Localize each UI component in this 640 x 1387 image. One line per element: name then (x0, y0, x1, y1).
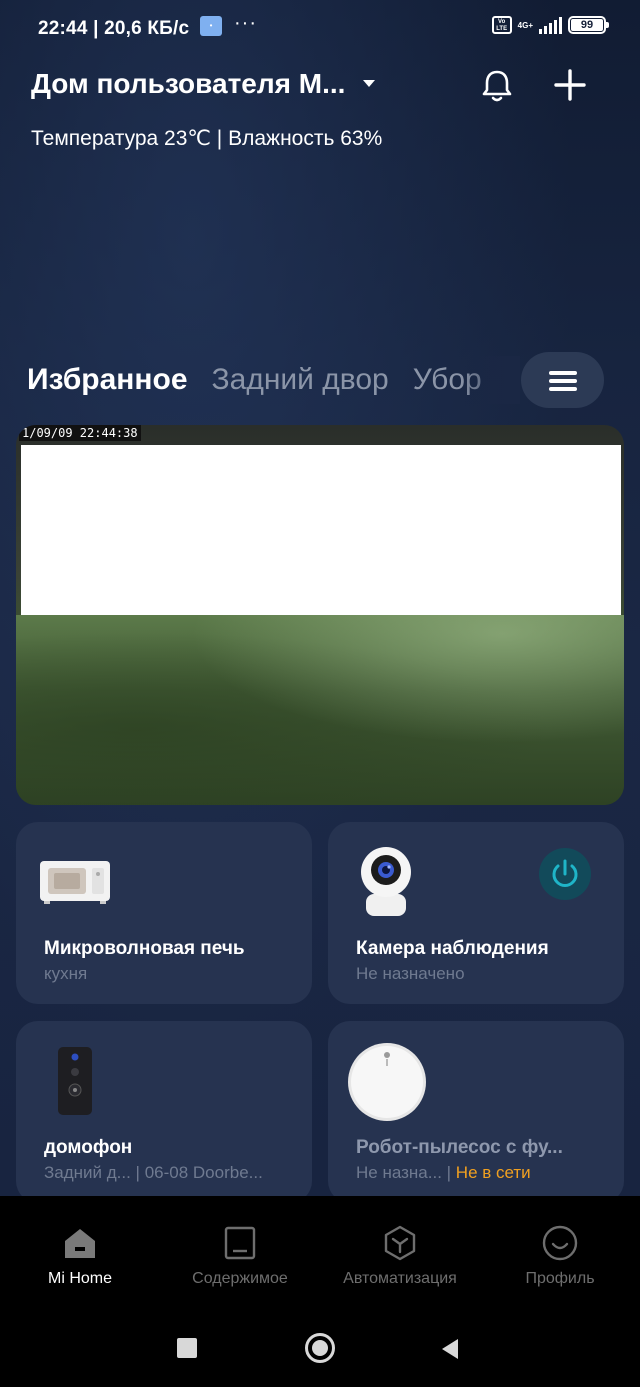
device-name: Камера наблюдения (356, 938, 549, 959)
bell-icon[interactable] (480, 68, 514, 104)
device-card-robot-vacuum[interactable]: Робот-пылесос с фу... Не назна... | Не в… (328, 1021, 624, 1203)
camera-image (16, 615, 624, 805)
tabs-fade (460, 356, 520, 404)
device-card-microwave[interactable]: Микроволновая печь кухня (16, 822, 312, 1004)
network-type: 4G+ (517, 20, 533, 30)
device-name: домофон (44, 1137, 133, 1158)
status-bar: 22:44 | 20,6 КБ/с • ··· Vo LTE 4G+ 99 (0, 0, 640, 56)
security-camera-icon (361, 847, 411, 916)
device-card-camera[interactable]: Камера наблюдения Не назначено (328, 822, 624, 1004)
device-room: Задний д... | 06-08 Doorbe... (44, 1163, 263, 1182)
rooms-menu-button[interactable] (521, 352, 604, 408)
chevron-down-icon[interactable] (363, 80, 375, 87)
camera-timestamp: 1/09/09 22:44:38 (19, 425, 141, 441)
battery-icon: 99 (568, 16, 609, 34)
device-room: кухня (44, 964, 88, 983)
robot-vacuum-icon (348, 1043, 426, 1121)
doorbell-icon (58, 1047, 92, 1115)
automation-icon (384, 1225, 416, 1261)
bottom-navigation: Mi Home Содержимое Автоматизация Профиль (0, 1196, 640, 1387)
nav-content[interactable]: Содержимое (160, 1224, 320, 1288)
power-button[interactable] (539, 848, 591, 900)
power-icon (552, 859, 578, 887)
recent-apps-button[interactable] (177, 1338, 197, 1358)
device-card-doorbell[interactable]: домофон Задний д... | 06-08 Doorbe... (16, 1021, 312, 1203)
status-time: 22:44 | 20,6 КБ/с (38, 18, 190, 39)
offline-status: Не в сети (455, 1163, 531, 1182)
tab-backyard[interactable]: Задний двор (212, 360, 389, 400)
home-selector[interactable]: Дом пользователя М... (31, 68, 345, 100)
home-button[interactable] (305, 1333, 335, 1363)
signal-icon (539, 16, 562, 34)
room-tabs: Избранное Задний двор Убор (27, 360, 517, 404)
volte-icon: Vo LTE (491, 16, 512, 34)
back-button[interactable] (440, 1337, 460, 1361)
nav-mi-home[interactable]: Mi Home (0, 1224, 160, 1288)
camera-preview[interactable]: 1/09/09 22:44:38 (16, 425, 624, 805)
climate-info: Температура 23℃ | Влажность 63% (31, 127, 383, 150)
battery-level: 99 (571, 19, 603, 31)
microwave-icon (40, 861, 110, 904)
device-room: Не назначено (356, 964, 465, 983)
nav-automation[interactable]: Автоматизация (320, 1224, 480, 1288)
home-icon (65, 1229, 95, 1258)
privacy-mask (21, 445, 621, 615)
add-device-icon[interactable] (553, 68, 587, 102)
tab-favorites[interactable]: Избранное (27, 360, 188, 400)
profile-icon (542, 1225, 578, 1261)
device-room: Не назна... | Не в сети (356, 1163, 531, 1182)
device-name: Микроволновая печь (44, 938, 245, 959)
content-icon (224, 1226, 256, 1260)
device-name: Робот-пылесос с фу... (356, 1137, 563, 1158)
nav-profile[interactable]: Профиль (480, 1224, 640, 1288)
more-notifications-icon: ··· (234, 12, 257, 34)
app-notification-icon: • (200, 16, 222, 36)
